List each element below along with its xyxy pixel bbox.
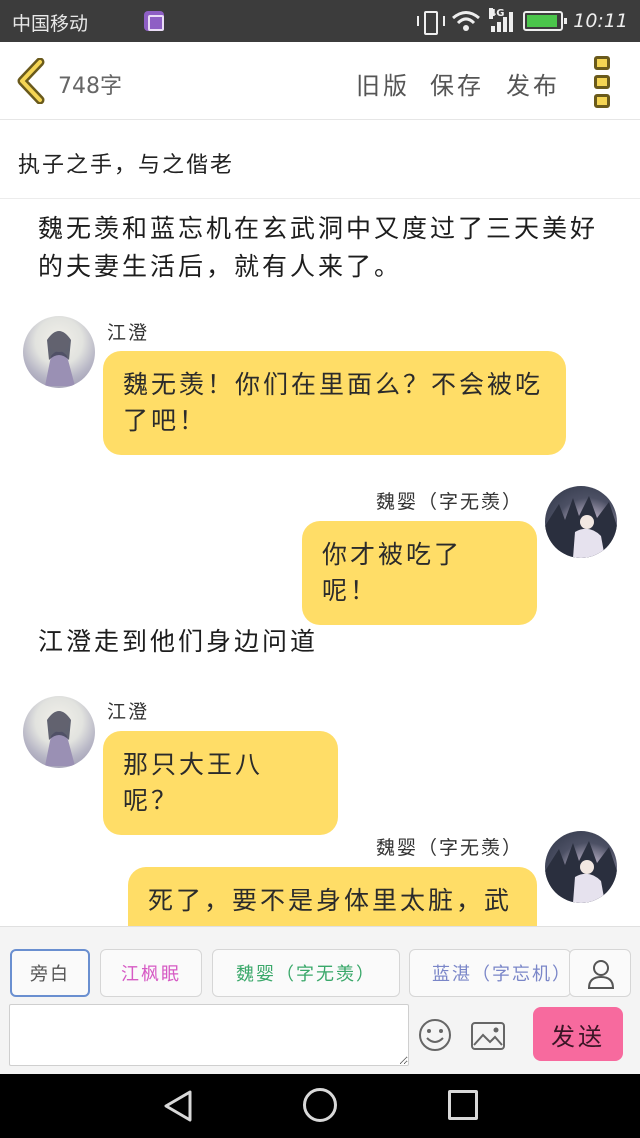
image-icon[interactable]: [470, 1021, 506, 1051]
role-button[interactable]: 魏婴（字无羡）: [212, 949, 400, 997]
wifi-icon: [452, 11, 481, 31]
message-bubble[interactable]: 死了，要不是身体里太脏，武: [128, 867, 537, 926]
send-button[interactable]: 发送: [533, 1007, 623, 1061]
narration-block[interactable]: 魏无羡和蓝忘机在玄武洞中又度过了三天美好 的夫妻生活后，就有人来了。: [38, 210, 598, 286]
status-bar: 中国移动 4G 10:11: [0, 0, 640, 42]
nav-home-icon[interactable]: [303, 1088, 337, 1122]
message-input[interactable]: [9, 1004, 409, 1066]
message-line: 了吧！: [123, 406, 208, 435]
message-line: 那只大王八呢？: [123, 750, 264, 815]
story-title: 执子之手，与之偕老: [18, 153, 235, 178]
role-button[interactable]: 蓝湛（字忘机）: [409, 949, 571, 997]
avatar[interactable]: [23, 316, 95, 388]
gallery-notification-icon: [144, 11, 164, 31]
speaker-name: 江澄: [107, 322, 150, 344]
story-title-row[interactable]: 执子之手，与之偕老: [0, 121, 640, 199]
emoji-icon[interactable]: [418, 1018, 452, 1052]
narration-block[interactable]: 江澄走到他们身边问道: [38, 623, 318, 661]
composer-panel: 旁白 江枫眠 魏婴（字无羡） 蓝湛（字忘机） 发送: [0, 926, 640, 1074]
message-bubble[interactable]: 魏无羡！你们在里面么？不会被吃 了吧！: [103, 351, 566, 455]
message-bubble[interactable]: 那只大王八呢？: [103, 731, 338, 835]
speaker-name: 魏婴（字无羡）: [376, 491, 524, 513]
carrier-label: 中国移动: [12, 13, 89, 35]
status-icons: 4G 10:11: [417, 0, 628, 42]
add-role-icon: [587, 960, 615, 989]
speaker-name: 魏婴（字无羡）: [376, 837, 524, 859]
message-bubble[interactable]: 你才被吃了呢！: [302, 521, 537, 625]
role-button[interactable]: 江枫眠: [100, 949, 202, 997]
vibrate-icon: [417, 10, 446, 35]
speaker-name: 江澄: [107, 701, 150, 723]
role-narration-button[interactable]: 旁白: [10, 949, 90, 997]
battery-icon: [523, 11, 568, 31]
avatar[interactable]: [23, 696, 95, 768]
nav-recent-icon[interactable]: [448, 1090, 478, 1120]
menu-icon[interactable]: [594, 56, 614, 108]
top-bar: 748字 旧版 保存 发布: [0, 42, 640, 120]
chat-content[interactable]: 魏无羡和蓝忘机在玄武洞中又度过了三天美好 的夫妻生活后，就有人来了。 江澄 魏无…: [0, 200, 640, 926]
publish-button[interactable]: 发布: [506, 66, 560, 101]
nav-back-icon[interactable]: [160, 1088, 196, 1124]
old-version-button[interactable]: 旧版: [356, 66, 410, 101]
clock: 10:11: [573, 10, 628, 32]
word-count: 748字: [58, 74, 122, 99]
signal-icon: 4G: [489, 8, 514, 32]
avatar[interactable]: [545, 831, 617, 903]
message-line: 你才被吃了呢！: [322, 540, 463, 605]
narration-line: 魏无羡和蓝忘机在玄武洞中又度过了三天美好: [38, 214, 599, 243]
back-chevron-icon[interactable]: [14, 58, 50, 104]
add-role-button[interactable]: [569, 949, 631, 997]
navigation-bar: [0, 1074, 640, 1138]
narration-line: 江澄走到他们身边问道: [38, 627, 319, 656]
narration-line: 的夫妻生活后，就有人来了。: [38, 252, 403, 281]
message-line: 死了，要不是身体里太脏，武: [148, 886, 513, 915]
save-button[interactable]: 保存: [430, 66, 484, 101]
message-line: 魏无羡！你们在里面么？不会被吃: [123, 370, 544, 399]
avatar[interactable]: [545, 486, 617, 558]
network-type: 4G: [489, 8, 505, 19]
